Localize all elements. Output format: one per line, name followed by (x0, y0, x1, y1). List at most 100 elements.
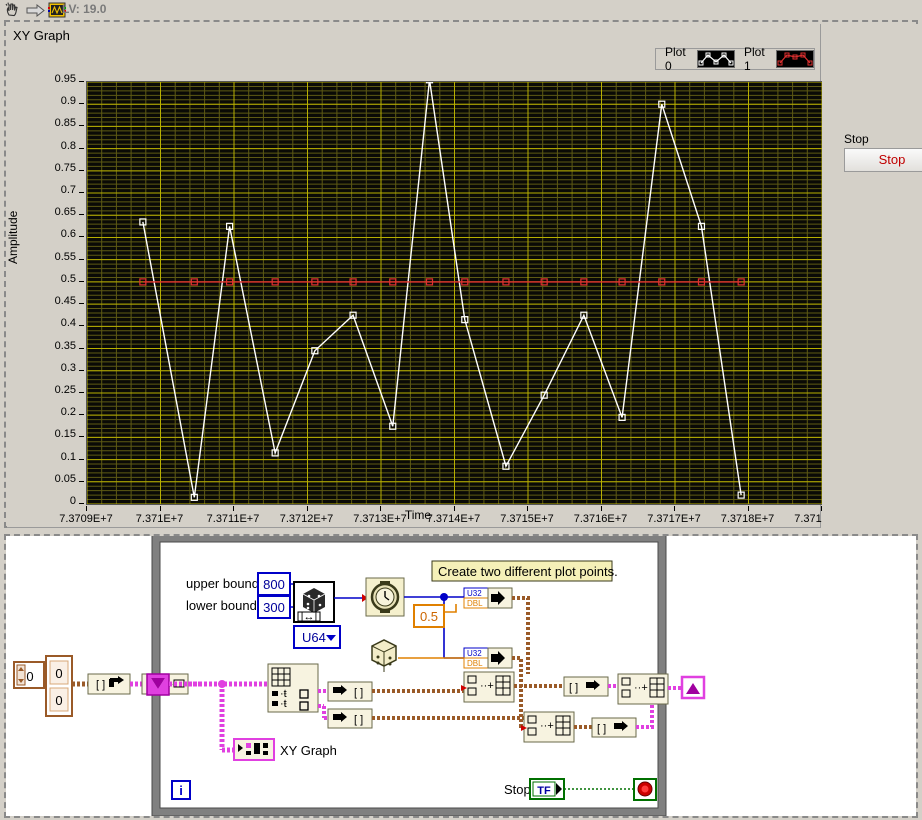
y-tick-mark (79, 436, 84, 438)
svg-text:[ ]: [ ] (354, 714, 363, 726)
y-tick-label: 0.05 (54, 472, 76, 485)
y-tick-mark (79, 125, 84, 127)
svg-text:[ ]: [ ] (569, 682, 578, 694)
y-tick-label: 0.9 (60, 95, 76, 108)
toolbar: LV: 19.0 (0, 0, 922, 20)
y-tick-mark (79, 81, 84, 82)
y-tick-mark (79, 391, 84, 393)
y-tick-label: 0.5 (60, 272, 76, 285)
stop-panel: Stop Stop (822, 24, 922, 528)
lower-bound-constant[interactable]: 300 (257, 595, 291, 619)
y-tick-mark (79, 503, 84, 504)
y-tick-label: 0.95 (54, 73, 76, 85)
half-constant[interactable]: 0.5 (413, 604, 457, 628)
x-axis-label: Time (404, 508, 432, 522)
context-help-icon[interactable]: i (171, 780, 191, 800)
xy-graph[interactable]: Amplitude 0 0.05 0.1 0.15 0.2 0.25 0.3 0.35 0.4 0… (6, 46, 848, 525)
y-tick-mark (79, 414, 84, 416)
upper-bound-value: 800 (263, 577, 285, 592)
array-to-cluster-right-bottom[interactable]: [ ] (591, 717, 637, 738)
shift-register-left-terminal[interactable] (146, 673, 170, 696)
y-tick-label: 0.55 (54, 250, 76, 263)
representation-selector[interactable]: U64 (293, 625, 341, 649)
shift-register-array[interactable]: 0 0 (45, 655, 73, 717)
stop-control-label: Stop (844, 132, 869, 146)
y-tick-label: 0.8 (60, 139, 76, 152)
upper-bound-label: upper bound (186, 576, 259, 591)
xy-graph-terminal-label: XY Graph (280, 743, 337, 758)
shift-register-value-bottom: 0 (55, 693, 62, 708)
y-tick-mark (79, 280, 84, 282)
y-tick-mark (79, 369, 84, 371)
y-tick-mark (79, 103, 84, 105)
y-tick-mark (79, 458, 84, 460)
y-tick-mark (79, 347, 84, 349)
representation-label: U64 (302, 630, 326, 645)
stop-button[interactable]: Stop (844, 148, 922, 172)
y-tick-mark (79, 258, 84, 260)
y-tick-mark (79, 303, 84, 305)
bundle-cluster-node[interactable]: ··+ (617, 673, 669, 705)
svg-text:DBL: DBL (467, 599, 483, 608)
dice-icon-2 (371, 639, 397, 672)
front-panel: XY Graph Plot 0 Plot 1 Amplitude 0 0.05 … (6, 24, 848, 528)
random-number-node[interactable] (371, 639, 464, 672)
stop-boolean-terminal[interactable]: TF (529, 778, 565, 800)
y-tick-label: 0.3 (60, 361, 76, 374)
y-tick-mark (79, 169, 84, 171)
build-array-node-top[interactable]: ··+ (461, 671, 515, 703)
y-tick-mark (79, 236, 84, 238)
y-tick-label: 0.35 (54, 339, 76, 352)
y-tick-mark (79, 147, 84, 149)
upper-bound-constant[interactable]: 800 (257, 572, 291, 596)
plot-canvas (87, 82, 822, 504)
array-to-cluster-right-top[interactable]: [ ] (563, 676, 609, 697)
iteration-terminal[interactable]: 0 (13, 661, 45, 689)
y-tick-label: 0.45 (54, 295, 76, 308)
stop-wire-label: Stop (504, 782, 531, 797)
block-diagram[interactable]: 0 0 0 [ ] XY Graph ·ŧ ·ŧ [] [] upper b… (6, 536, 916, 816)
y-tick-label: 0 (69, 495, 76, 507)
index-array-node[interactable]: ·ŧ ·ŧ (267, 663, 319, 713)
wire-index-out-2[interactable] (318, 704, 328, 720)
shift-register-right-terminal[interactable] (680, 675, 706, 700)
svg-text:|↔|: |↔| (301, 611, 318, 623)
y-tick-label: 0.85 (54, 117, 76, 130)
loop-condition-terminal[interactable] (633, 778, 657, 801)
y-tick-label: 0.65 (54, 206, 76, 219)
half-constant-value: 0.5 (420, 609, 438, 624)
svg-text:U32: U32 (467, 649, 482, 658)
labview-version-label: LV: 19.0 (62, 2, 107, 16)
wire-convert-top-out[interactable] (512, 596, 530, 674)
y-axis-label: Amplitude (6, 210, 20, 264)
y-tick-label: 0.1 (60, 450, 76, 463)
y-tick-label: 0.15 (54, 428, 76, 441)
svg-text:U32: U32 (467, 589, 482, 598)
y-tick-mark (79, 192, 84, 194)
build-array-node-bottom[interactable]: ··+ (521, 711, 575, 743)
lower-bound-label: lower bound (186, 598, 257, 613)
comment-text: Create two different plot points. (438, 564, 618, 579)
y-tick-label: 0.4 (60, 317, 76, 330)
y-tick-mark (79, 480, 84, 482)
random-number-range-node[interactable]: |↔| (293, 581, 335, 623)
wire-random-to-timer[interactable] (334, 594, 368, 602)
cluster-to-array-node-a[interactable]: [ ] (327, 681, 373, 702)
y-tick-label: 0.75 (54, 161, 76, 174)
convert-u32-dbl-top[interactable]: U32 DBL (463, 587, 513, 609)
array-to-cluster-node[interactable]: [ ] (87, 673, 131, 695)
graph-title: XY Graph (13, 28, 70, 43)
loop-counter-value: 0 (26, 669, 33, 684)
svg-text:·ŧ: ·ŧ (280, 698, 287, 710)
plot-area[interactable] (86, 81, 823, 505)
y-tick-label: 0.7 (60, 184, 76, 197)
cluster-to-array-node-b[interactable]: [ ] (327, 708, 373, 729)
shift-register-value-top: 0 (55, 666, 62, 681)
xy-graph-terminal[interactable] (233, 738, 275, 761)
stop-terminal-value: TF (537, 785, 551, 797)
y-tick-label: 0.6 (60, 228, 76, 241)
svg-text:[ ]: [ ] (96, 679, 105, 691)
wait-ms-node[interactable] (365, 577, 405, 617)
convert-u32-dbl-bottom[interactable]: U32 DBL (463, 647, 513, 669)
y-tick-mark (79, 214, 84, 216)
